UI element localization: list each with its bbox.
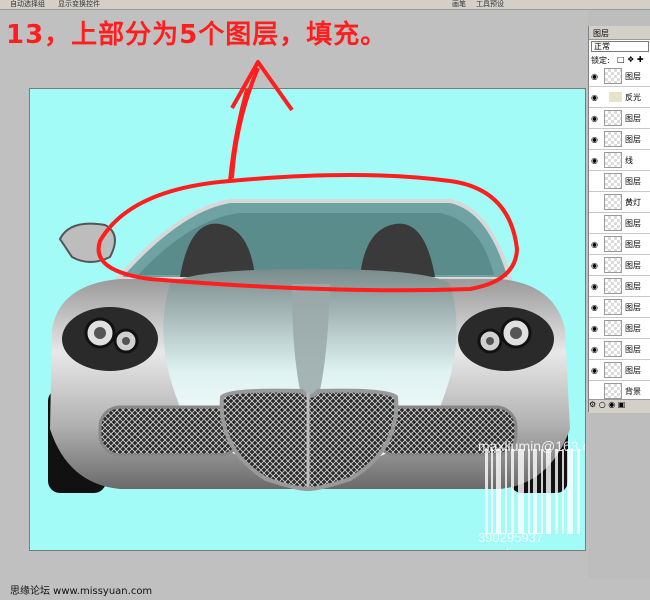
layer-name: 图层 [625,261,641,270]
footer-bar: 思缘论坛 www.missyuan.com [0,578,650,600]
layer-row[interactable]: 黄灯 [589,192,650,213]
eye-icon[interactable]: ◉ [591,240,598,249]
layer-row[interactable]: ◉ 线 [589,150,650,171]
layer-row[interactable]: ◉ 图层 [589,339,650,360]
layer-name: 线 [625,156,633,165]
layers-footer[interactable]: ⚙ ○ ◉ ▣ [589,399,650,413]
layer-row[interactable]: ◉ 图层 [589,360,650,381]
layer-thumbnail [604,215,622,231]
layer-name: 图层 [625,135,641,144]
eye-icon[interactable]: ◉ [591,72,598,81]
barcode-watermark [485,449,580,534]
layer-name: 图层 [625,72,641,81]
layer-thumbnail [604,299,622,315]
qq-watermark: 390295937 max.liu [478,530,544,550]
layer-thumbnail [604,383,622,399]
layer-row[interactable]: ◉ 反光 [589,87,650,108]
layer-name: 图层 [625,303,641,312]
layer-name: 黄灯 [625,198,641,207]
folder-icon [609,92,622,102]
layer-thumbnail [604,236,622,252]
site-credit: 思缘论坛 www.missyuan.com [10,586,153,597]
lock-icons[interactable]: □ ❖ ✚ [617,55,644,64]
eye-icon[interactable]: ◉ [591,345,598,354]
layer-thumbnail [604,68,622,84]
eye-icon[interactable]: ◉ [591,282,598,291]
eye-icon[interactable]: ◉ [591,303,598,312]
layer-name: 图层 [625,366,641,375]
layer-thumbnail [604,320,622,336]
eye-icon[interactable]: ◉ [591,135,598,144]
layer-name: 图层 [625,324,641,333]
layer-name: 图层 [625,219,641,228]
layer-row[interactable]: ◉ 图层 [589,108,650,129]
layer-row[interactable]: ◉ 图层 [589,318,650,339]
layer-name: 图层 [625,240,641,249]
layer-thumbnail [604,173,622,189]
annotation-arrow [230,60,294,179]
layer-name: 图层 [625,345,641,354]
layers-panel: 图层 正常 锁定: □ ❖ ✚ ◉ 图层 ◉ 反光 ◉ 图层 ◉ 图层 ◉ 线图层 黄灯 图层 ◉ 图层 ◉… [588,26,650,413]
layer-row[interactable]: ◉ 图层 [589,66,650,87]
layer-thumbnail [604,194,622,210]
lock-label: 锁定: [591,56,610,65]
layer-thumbnail [604,131,622,147]
layer-thumbnail [604,152,622,168]
layer-row[interactable]: ◉ 图层 [589,129,650,150]
layer-thumbnail [604,341,622,357]
layer-row[interactable]: 图层 [589,213,650,234]
layer-row[interactable]: ◉ 图层 [589,276,650,297]
layer-thumbnail [604,257,622,273]
email-watermark: maxliumin@163.com [478,438,585,454]
layer-name: 图层 [625,114,641,123]
layer-thumbnail [604,362,622,378]
layer-row[interactable]: ◉ 图层 [589,234,650,255]
eye-icon[interactable]: ◉ [591,93,598,102]
layer-row[interactable]: ◉ 图层 [589,297,650,318]
layer-name: 图层 [625,177,641,186]
layer-name: 反光 [625,93,641,102]
layers-tab[interactable]: 图层 [593,28,609,39]
blend-mode-select[interactable]: 正常 [591,41,649,52]
layer-row[interactable]: 图层 [589,171,650,192]
layer-name: 背景 [625,387,641,396]
eye-icon[interactable]: ◉ [591,261,598,270]
layer-row[interactable]: ◉ 图层 [589,255,650,276]
layer-thumbnail [604,278,622,294]
layers-tab-bar: 图层 [589,26,650,40]
layer-thumbnail [604,110,622,126]
eye-icon[interactable]: ◉ [591,366,598,375]
eye-icon[interactable]: ◉ [591,114,598,123]
eye-icon[interactable]: ◉ [591,156,598,165]
layer-name: 图层 [625,282,641,291]
eye-icon[interactable]: ◉ [591,324,598,333]
